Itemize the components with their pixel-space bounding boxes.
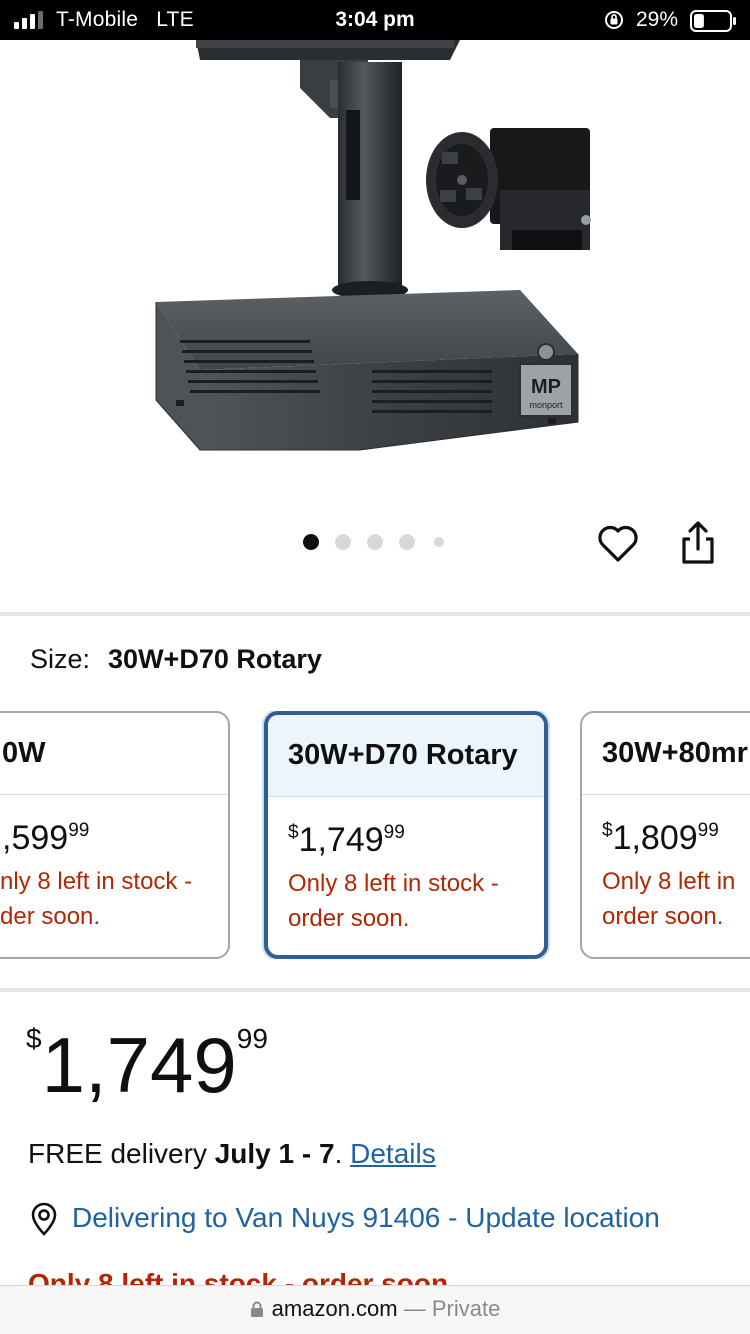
price-whole: 1,749 [41, 1021, 237, 1109]
status-bar: T-Mobile LTE 3:04 pm 29% [0, 0, 750, 40]
swatch-price: $1,74999 [268, 797, 544, 860]
carousel-dot[interactable] [399, 534, 415, 550]
delivery-prefix: FREE delivery [28, 1138, 215, 1169]
size-swatch[interactable]: 30W+80mr $1,80999 Only 8 left in order so… [580, 711, 750, 959]
laser-engraver-illustration: MP monport [155, 40, 591, 451]
url-separator: — [397, 1296, 432, 1321]
private-mode-label: Private [431, 1296, 501, 1321]
location-pin-icon [31, 1202, 57, 1236]
swatch-title: 30W+80mr [582, 713, 750, 795]
size-swatch-selected[interactable]: 30W+D70 Rotary $1,74999 Only 8 left in s… [264, 711, 548, 959]
brand-logo-mark: MP [531, 376, 561, 398]
brand-logo-name: monport [529, 400, 563, 410]
size-swatch[interactable]: 0W ,59999 nly 8 left in stock - der soon. [0, 711, 230, 959]
delivery-suffix: . [334, 1138, 351, 1169]
swatch-price-whole: 1,809 [612, 819, 698, 857]
browser-url-bar[interactable]: amazon.com — Private [0, 1285, 750, 1334]
carousel-dot[interactable] [303, 534, 319, 550]
swatch-title: 30W+D70 Rotary [268, 715, 544, 797]
section-divider [0, 988, 750, 992]
swatch-price-currency: $ [288, 822, 299, 843]
delivery-dates: July 1 - 7 [214, 1138, 335, 1169]
size-label: Size: [30, 644, 91, 674]
swatch-price-whole: ,599 [2, 819, 69, 857]
size-value: 30W+D70 Rotary [108, 644, 322, 674]
swatch-stock-line: order soon. [288, 905, 410, 932]
share-icon[interactable] [674, 519, 722, 567]
swatch-stock-line: der soon. [0, 903, 101, 930]
url-domain: amazon.com [271, 1296, 398, 1321]
delivery-details-link[interactable]: Details [350, 1138, 436, 1169]
swatch-price-cents: 99 [383, 822, 405, 843]
swatch-price-cents: 99 [697, 820, 719, 841]
size-swatches[interactable]: 0W ,59999 nly 8 left in stock - der soon.… [0, 711, 750, 959]
delivery-info: FREE delivery July 1 - 7. Details [28, 1138, 436, 1170]
carousel-dot[interactable] [434, 537, 444, 547]
rotation-lock-icon [605, 11, 623, 29]
carousel-dot[interactable] [367, 534, 383, 550]
swatch-stock-line: Only 8 left in [602, 868, 736, 895]
battery-percent: 29% [636, 8, 679, 31]
rotary-attachment [426, 128, 591, 250]
product-price: $1,74999 [26, 1020, 268, 1111]
size-selector-label: Size: 30W+D70 Rotary [30, 644, 322, 675]
section-divider [0, 612, 750, 616]
swatch-title: 0W [0, 713, 228, 795]
swatch-stock-line: Only 8 left in stock - [288, 870, 499, 897]
carousel-dot[interactable] [335, 534, 351, 550]
swatch-price-whole: 1,749 [298, 821, 384, 859]
swatch-stock-line: order soon. [602, 903, 724, 930]
swatch-price: $1,80999 [582, 795, 750, 858]
swatch-stock: Only 8 left in order soon. [582, 858, 750, 934]
battery-icon [690, 10, 736, 32]
heart-icon[interactable] [594, 519, 642, 567]
lock-icon [250, 1301, 263, 1317]
update-location-link[interactable]: Delivering to Van Nuys 91406 - Update lo… [72, 1202, 660, 1234]
swatch-stock-line: nly 8 left in stock - [0, 868, 193, 895]
swatch-stock: nly 8 left in stock - der soon. [0, 858, 228, 934]
product-image[interactable]: MP monport [0, 40, 750, 510]
price-cents: 99 [236, 1023, 268, 1054]
swatch-price-cents: 99 [68, 820, 90, 841]
swatch-price-currency: $ [602, 820, 613, 841]
swatch-stock: Only 8 left in stock - order soon. [268, 860, 544, 936]
price-currency: $ [26, 1023, 42, 1054]
swatch-price: ,59999 [0, 795, 228, 858]
